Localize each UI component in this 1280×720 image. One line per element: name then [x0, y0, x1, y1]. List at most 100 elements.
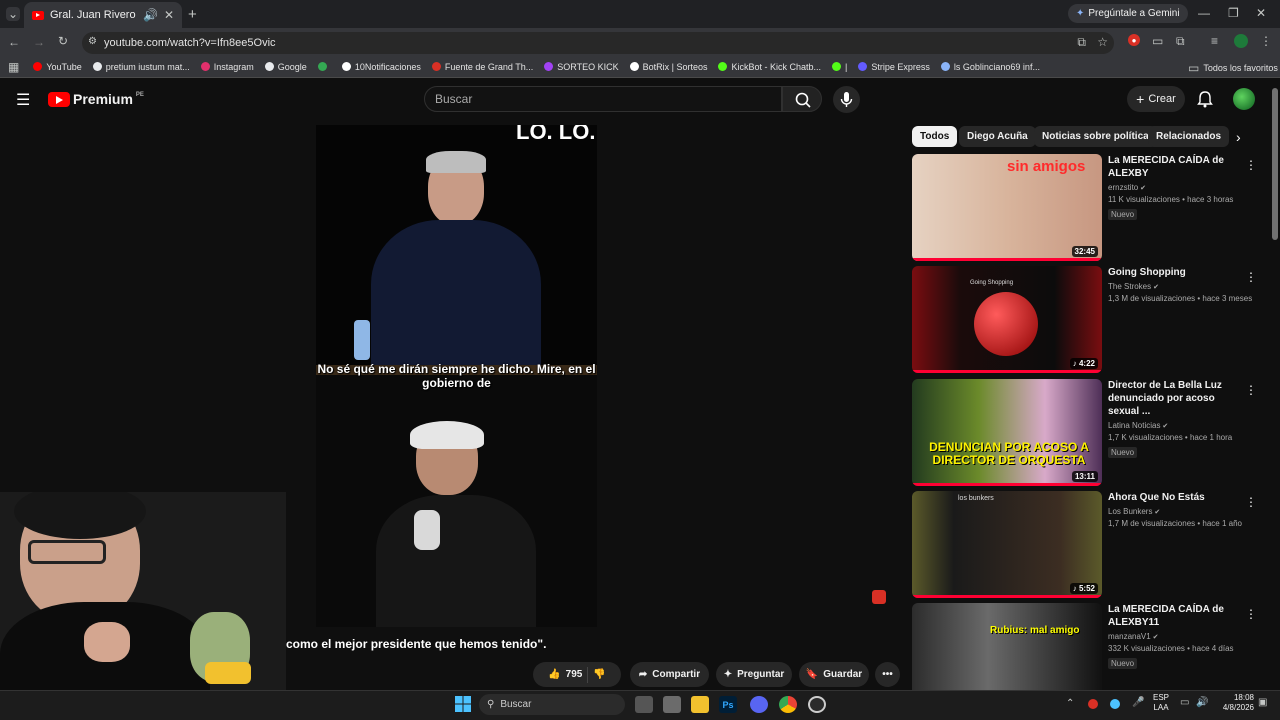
media-controls-icon[interactable]: ≡ [1211, 34, 1218, 48]
card-menu-icon[interactable]: ⋮ [1245, 495, 1257, 509]
like-button[interactable]: 👍 795 [548, 669, 582, 680]
video-thumbnail[interactable]: los bunkers ♪ 5:52 [912, 491, 1102, 598]
bookmark-item[interactable]: KickBot - Kick Chatb... [718, 62, 821, 72]
channel-name[interactable]: Los Bunkers ✔ [1108, 507, 1243, 516]
video-thumbnail[interactable]: Going Shopping ♪ 4:22 [912, 266, 1102, 373]
close-tab-icon[interactable]: ✕ [164, 8, 174, 22]
card-menu-icon[interactable]: ⋮ [1245, 158, 1257, 172]
bookmark-item[interactable]: ls Goblinciano69 inf... [940, 62, 1040, 72]
card-menu-icon[interactable]: ⋮ [1245, 607, 1257, 621]
chrome-menu-icon[interactable]: ⋮ [1260, 34, 1272, 48]
apps-grid-icon[interactable]: ▦ [8, 60, 19, 74]
language-indicator[interactable]: ESP LAA [1148, 693, 1174, 713]
back-icon[interactable]: ← [8, 35, 20, 49]
maximize-icon[interactable]: ❐ [1228, 6, 1239, 20]
browser-tab-active[interactable]: Gral. Juan Rivero Lazo: "Con 🔊 ✕ [24, 2, 182, 28]
minimize-icon[interactable]: — [1198, 6, 1210, 20]
new-tab-icon[interactable]: + [188, 6, 197, 23]
filter-chip[interactable]: Noticias sobre política [1034, 126, 1157, 147]
extensions-puzzle-icon[interactable]: ⧉ [1176, 34, 1185, 49]
taskbar-app-icon[interactable] [663, 696, 681, 713]
video-card[interactable]: los bunkers ♪ 5:52 Ahora Que No Estás Los B… [912, 491, 1267, 599]
channel-name[interactable]: Latina Noticias ✔ [1108, 421, 1243, 430]
youtube-premium-logo[interactable]: Premium PE [48, 91, 144, 107]
close-window-icon[interactable]: ✕ [1256, 6, 1266, 20]
video-title[interactable]: Going Shopping [1108, 266, 1243, 279]
save-button[interactable]: 🔖 Guardar [799, 662, 869, 687]
bookmark-item[interactable]: Fuente de Grand Th... [431, 61, 534, 72]
clock[interactable]: 18:08 4/8/2026 [1214, 693, 1254, 713]
filter-chip[interactable]: Diego Acuña [959, 126, 1036, 147]
bookmark-item[interactable]: pretium iustum mat... [92, 62, 190, 72]
bookmark-item[interactable]: Instagram [200, 62, 254, 72]
bookmark-label: Fuente de Grand Th... [444, 61, 534, 72]
video-card[interactable]: sin amigos 32:45 La MERECIDA CAÍDA de ALEX… [912, 154, 1267, 262]
gemini-button[interactable]: ✦ Pregúntale a Gemini [1068, 4, 1188, 23]
address-bar[interactable]: ⚙ youtube.com/watch?v=Ifn8ee5Ovic ☆ ⧉ [82, 32, 1114, 54]
video-title[interactable]: La MERECIDA CAÍDA de ALEXBY [1108, 154, 1243, 180]
network-icon[interactable]: ▭ [1180, 697, 1189, 708]
card-menu-icon[interactable]: ⋮ [1245, 383, 1257, 397]
file-explorer-icon[interactable] [691, 696, 709, 713]
card-menu-icon[interactable]: ⋮ [1245, 270, 1257, 284]
extension-icon-red[interactable]: ● [1128, 34, 1140, 46]
filter-chip[interactable]: Todos [912, 126, 958, 147]
video-title[interactable]: Director de La Bella Luz denunciado por … [1108, 379, 1243, 418]
reload-icon[interactable]: ↻ [58, 34, 68, 48]
video-title[interactable]: Ahora Que No Estás [1108, 491, 1243, 504]
bookmark-item[interactable] [317, 62, 331, 71]
windows-start-icon[interactable] [455, 696, 471, 712]
scrollbar-thumb[interactable] [1272, 88, 1278, 240]
channel-name[interactable]: manzanaV1 ✔ [1108, 632, 1243, 641]
bookmark-item[interactable]: YouTube [33, 62, 82, 72]
notification-center-icon[interactable]: ▣ [1258, 697, 1267, 708]
taskbar-search[interactable]: ⚲ Buscar [479, 694, 625, 715]
obs-icon[interactable] [808, 696, 826, 713]
all-favorites-folder[interactable]: ▭ Todos los favoritos [1188, 61, 1278, 75]
bookmarks-bar: ▦ YouTube pretium iustum mat... Instagram G… [0, 56, 1280, 78]
task-view-icon[interactable] [635, 696, 653, 713]
bookmark-item[interactable]: 10Notificaciones [341, 62, 421, 72]
notifications-bell-icon[interactable] [1196, 90, 1214, 108]
discord-icon[interactable] [750, 696, 768, 713]
profile-avatar[interactable] [1234, 34, 1248, 48]
create-button[interactable]: + Crear [1127, 86, 1185, 112]
bookmark-item[interactable]: | [832, 62, 847, 72]
install-app-icon[interactable]: ⧉ [1077, 35, 1086, 50]
extension-icon-card[interactable]: ▭ [1152, 34, 1163, 48]
tray-chevron-icon[interactable]: ⌃ [1066, 698, 1074, 709]
chrome-icon[interactable] [779, 696, 797, 713]
bookmark-item[interactable]: Stripe Express [858, 62, 930, 72]
site-info-icon[interactable]: ⚙ [88, 36, 97, 47]
tray-mic-icon[interactable]: 🎤 [1132, 697, 1144, 708]
speaker-icon[interactable]: 🔊 [143, 8, 158, 22]
filter-chip[interactable]: Relacionados [1148, 126, 1230, 147]
dislike-button[interactable]: 👎 [593, 669, 605, 680]
video-card[interactable]: DENUNCIAN POR ACOSO A DIRECTOR DE ORQUES… [912, 379, 1267, 487]
hamburger-menu-icon[interactable]: ☰ [16, 90, 30, 110]
search-button[interactable] [782, 86, 822, 112]
share-button[interactable]: ➦ Compartir [630, 662, 709, 687]
video-title[interactable]: La MERECIDA CAÍDA de ALEXBY11 [1108, 603, 1243, 629]
bookmark-item[interactable]: Google [264, 62, 307, 72]
tab-search-icon[interactable]: ⌄ [6, 7, 20, 21]
chips-next-icon[interactable]: › [1236, 129, 1241, 145]
bookmark-item[interactable]: SORTEO KICK [544, 62, 619, 72]
account-avatar[interactable] [1233, 88, 1255, 110]
tray-app-icon[interactable] [1088, 699, 1098, 709]
bookmark-star-icon[interactable]: ☆ [1097, 35, 1108, 49]
tray-edge-icon[interactable] [1110, 699, 1120, 709]
channel-name[interactable]: ernzstito ✔ [1108, 183, 1243, 192]
video-thumbnail[interactable]: DENUNCIAN POR ACOSO A DIRECTOR DE ORQUES… [912, 379, 1102, 486]
volume-icon[interactable]: 🔊 [1196, 697, 1208, 708]
forward-icon[interactable]: → [33, 35, 45, 49]
photoshop-icon[interactable]: Ps [719, 696, 737, 713]
more-actions-button[interactable]: ••• [875, 662, 900, 687]
bookmark-item[interactable]: BotRix | Sorteos [629, 62, 707, 72]
channel-name[interactable]: The Strokes ✔ [1108, 282, 1243, 291]
voice-search-button[interactable] [833, 86, 860, 113]
ask-button[interactable]: ✦ Preguntar [716, 662, 792, 687]
video-thumbnail[interactable]: sin amigos 32:45 [912, 154, 1102, 261]
video-card[interactable]: Going Shopping ♪ 4:22 Going Shopping The St… [912, 266, 1267, 374]
search-input[interactable]: Buscar [424, 86, 782, 112]
